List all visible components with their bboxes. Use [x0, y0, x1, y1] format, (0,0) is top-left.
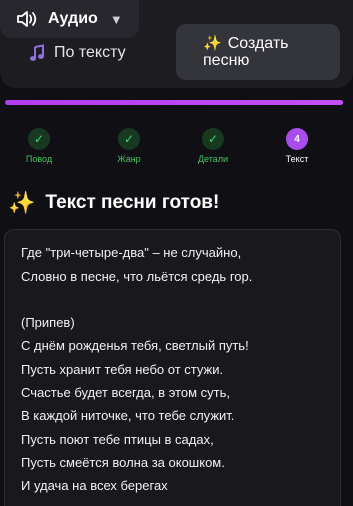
tab-create-song-label-1: Создать — [227, 35, 289, 52]
step-label: Повод — [25, 154, 53, 164]
result-heading: ✨ Текст песни готов! — [8, 188, 219, 218]
lyrics-line: Где "три-четыре-два" – не случайно, — [21, 245, 242, 261]
audio-dropdown[interactable]: Аудио ▼ — [0, 0, 139, 38]
sparkles-icon: ✨ — [203, 35, 222, 52]
lyrics-line: Словно в песне, что льётся средь гор. — [21, 268, 253, 284]
step-check-icon: ✓ — [28, 128, 50, 150]
lyrics-lines: Где "три-четыре-два" – не случайно, Словн… — [21, 230, 331, 498]
chevron-down-icon: ▼ — [109, 11, 123, 27]
progress-fill — [5, 100, 343, 105]
lyrics-line: В каждой ниточке, что тебе служит. — [21, 408, 235, 424]
lyrics-line: И удача на всех берегах — [21, 478, 168, 494]
lyrics-line — [21, 288, 331, 311]
lyrics-line: Пусть хранит тебя небо от стужи. — [21, 361, 224, 377]
lyrics-line: С днём рожденья тебя, светлый путь! — [21, 338, 249, 354]
step-check-icon: ✓ — [118, 128, 140, 150]
result-title: Текст песни готов! — [45, 192, 220, 213]
lyrics-line: Счастье будет всегда, в этом суть, — [21, 385, 230, 401]
lyrics-line: (Припев) — [21, 315, 75, 331]
lyrics-line — [21, 230, 331, 241]
step-label: Текст — [285, 154, 309, 164]
sparkles-icon: ✨ — [8, 190, 36, 215]
progress-bar — [5, 100, 343, 105]
lyrics-line: Пусть смеётся волна за окошком. — [21, 454, 225, 470]
step-check-icon: ✓ — [202, 128, 224, 150]
step-label: Жанр — [117, 154, 141, 164]
mode-card: Аудио ▼ По тексту ✨ Создать песню — [0, 0, 353, 88]
lyrics-line: Пусть поют тебе птицы в садах, — [21, 431, 214, 447]
tab-by-text[interactable]: По тексту — [28, 42, 126, 64]
tab-create-song-label-2: песню — [203, 52, 250, 69]
tab-by-text-label: По тексту — [54, 44, 126, 61]
step-number: 4 — [286, 128, 308, 150]
step-details[interactable]: ✓ Детали — [183, 128, 243, 164]
lyrics-textarea[interactable]: Где "три-четыре-два" – не случайно, Словн… — [4, 229, 341, 506]
music-note-icon — [30, 44, 44, 61]
tab-create-song[interactable]: ✨ Создать песню — [176, 24, 340, 80]
step-text[interactable]: 4 Текст — [267, 128, 327, 164]
step-genre[interactable]: ✓ Жанр — [99, 128, 159, 164]
audio-label: Аудио — [48, 10, 98, 27]
speaker-icon — [17, 11, 37, 27]
step-label: Детали — [197, 154, 229, 164]
step-occasion[interactable]: ✓ Повод — [9, 128, 69, 164]
